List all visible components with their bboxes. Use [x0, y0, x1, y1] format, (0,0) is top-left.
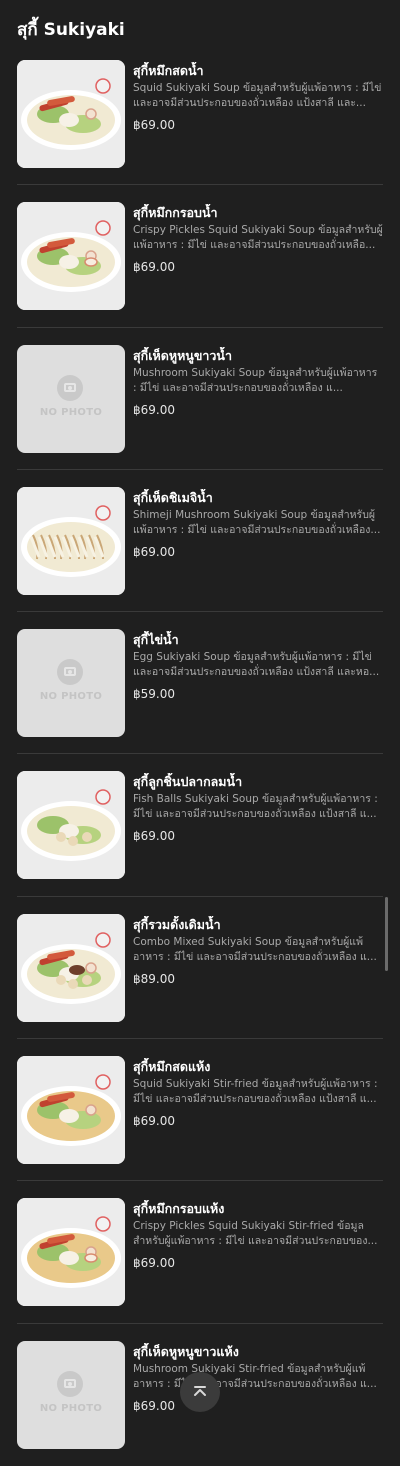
menu-item-name[interactable]: สุกี้เห็ดหูหนูขาวแห้ง — [133, 1343, 383, 1361]
menu-item-price: ฿59.00 — [133, 687, 175, 702]
menu-item-description: Squid Sukiyaki Soup ข้อมูลสำหรับผู้แพ้อา… — [133, 82, 382, 109]
menu-item-name[interactable]: สุกี้ลูกชิ้นปลากลมน้ำ — [133, 773, 383, 791]
no-photo-label: NO PHOTO — [39, 406, 103, 418]
dish-photo — [17, 60, 125, 168]
chevron-up-icon — [194, 1386, 206, 1396]
camera-icon — [57, 1370, 83, 1397]
menu-item-thumbnail[interactable] — [17, 202, 125, 311]
menu-item-price: ฿69.00 — [133, 1256, 175, 1271]
menu-item-description: Fish Balls Sukiyaki Soup ข้อมูลสำหรับผู้… — [133, 793, 378, 821]
menu-item-thumbnail[interactable] — [17, 1198, 125, 1307]
menu-item-thumbnail[interactable] — [17, 60, 125, 168]
menu-item-thumbnail[interactable]: NO PHOTO — [17, 1340, 125, 1449]
menu-item-thumbnail[interactable] — [17, 1056, 125, 1165]
section-title: สุกี้ Sukiyaki — [17, 20, 125, 40]
menu-item-description: Shimeji Mushroom Sukiyaki Soup ข้อมูลสำห… — [133, 508, 381, 536]
menu-item-name[interactable]: สุกี้ไข่น้ำ — [133, 631, 383, 649]
no-photo-label: NO PHOTO — [39, 1402, 103, 1414]
menu-item-name[interactable]: สุกี้หมึกสดแห้ง — [133, 1058, 383, 1076]
menu-item[interactable]: สุกี้หมึกสดแห้ง Squid Sukiyaki Stir-fried… — [17, 1039, 383, 1182]
menu-item-price: ฿69.00 — [133, 1114, 175, 1129]
dish-photo — [17, 1198, 125, 1307]
menu-item-info: สุกี้ลูกชิ้นปลากลมน้ำ Fish Balls Sukiyaki… — [133, 773, 383, 844]
menu-item-info: สุกี้รวมดั้งเดิมน้ำ Combo Mixed Sukiyaki … — [133, 916, 383, 987]
menu-item-price: ฿69.00 — [133, 402, 175, 417]
menu-item-thumbnail[interactable] — [17, 913, 125, 1022]
menu-item-description: Mushroom Sukiyaki Soup ข้อมูลสำหรับผู้แพ… — [133, 366, 378, 394]
menu-item-info: สุกี้หมึกสดแห้ง Squid Sukiyaki Stir-fried… — [133, 1058, 383, 1129]
menu-item-name[interactable]: สุกี้เห็ดชิเมจิน้ำ — [133, 489, 383, 507]
menu-item-price: ฿69.00 — [133, 118, 175, 132]
scrollbar[interactable] — [385, 897, 388, 971]
menu-item-name[interactable]: สุกี้รวมดั้งเดิมน้ำ — [133, 916, 383, 934]
menu-item-info: สุกี้เห็ดหูหนูขาวแห้ง Mushroom Sukiyaki S… — [133, 1343, 383, 1414]
dish-photo — [17, 202, 125, 311]
menu-item[interactable]: สุกี้หมึกกรอบแห้ง Crispy Pickles Squid Su… — [17, 1181, 383, 1324]
menu-item-info: สุกี้เห็ดชิเมจิน้ำ Shimeji Mushroom Sukiy… — [133, 489, 383, 560]
menu-item[interactable]: สุกี้ลูกชิ้นปลากลมน้ำ Fish Balls Sukiyaki… — [17, 754, 383, 897]
menu-item-info: สุกี้หมึกกรอบแห้ง Crispy Pickles Squid Su… — [133, 1200, 383, 1271]
menu-item-info: สุกี้เห็ดหูหนูขาวน้ำ Mushroom Sukiyaki So… — [133, 347, 383, 418]
dish-photo — [17, 1056, 125, 1165]
menu-item-name[interactable]: สุกี้หมึกกรอบแห้ง — [133, 1200, 383, 1218]
menu-item-description: Crispy Pickles Squid Sukiyaki Soup ข้อมู… — [133, 224, 383, 252]
menu-item[interactable]: สุกี้เห็ดชิเมจิน้ำ Shimeji Mushroom Sukiy… — [17, 470, 383, 613]
dish-photo — [17, 486, 125, 595]
menu-item-info: สุกี้ไข่น้ำ Egg Sukiyaki Soup ข้อมูลสำหรั… — [133, 631, 383, 702]
menu-item-thumbnail[interactable] — [17, 771, 125, 880]
menu-item[interactable]: NO PHOTO สุกี้ไข่น้ำ Egg Sukiyaki Soup ข้อ… — [17, 612, 383, 755]
menu-item-description: Squid Sukiyaki Stir-fried ข้อมูลสำหรับผู… — [133, 1078, 378, 1106]
menu-item[interactable]: สุกี้หมึกกรอบน้ำ Crispy Pickles Squid Suk… — [17, 185, 383, 328]
menu-item-price: ฿89.00 — [133, 971, 175, 986]
dish-photo — [17, 913, 125, 1022]
menu-item-description: Egg Sukiyaki Soup ข้อมูลสำหรับผู้แพ้อาหา… — [133, 651, 380, 679]
menu-item-name[interactable]: สุกี้เห็ดหูหนูขาวน้ำ — [133, 347, 383, 365]
menu-item-info: สุกี้หมึกสดน้ำ Squid Sukiyaki Soup ข้อมูล… — [133, 62, 383, 133]
menu-item-name[interactable]: สุกี้หมึกสดน้ำ — [133, 62, 383, 80]
menu-item-price: ฿69.00 — [133, 829, 175, 844]
camera-icon — [57, 374, 83, 401]
menu-item-description: Combo Mixed Sukiyaki Soup ข้อมูลสำหรับผู… — [133, 935, 377, 963]
menu-list: สุกี้หมึกสดน้ำ Squid Sukiyaki Soup ข้อมูล… — [0, 43, 400, 1466]
camera-icon — [57, 659, 83, 686]
scroll-to-top-button[interactable] — [180, 1372, 220, 1412]
menu-item[interactable]: สุกี้หมึกสดน้ำ Squid Sukiyaki Soup ข้อมูล… — [17, 43, 383, 186]
menu-item-thumbnail[interactable]: NO PHOTO — [17, 629, 125, 738]
menu-item[interactable]: สุกี้รวมดั้งเดิมน้ำ Combo Mixed Sukiyaki … — [17, 897, 383, 1040]
menu-item-description: Mushroom Sukiyaki Stir-fried ข้อมูลสำหรั… — [133, 1362, 377, 1390]
menu-item-name[interactable]: สุกี้หมึกกรอบน้ำ — [133, 204, 383, 222]
menu-item-price: ฿69.00 — [133, 544, 175, 559]
menu-item-info: สุกี้หมึกกรอบน้ำ Crispy Pickles Squid Suk… — [133, 204, 383, 275]
no-photo-label: NO PHOTO — [39, 691, 103, 703]
dish-photo — [17, 771, 125, 880]
menu-item-price: ฿69.00 — [133, 260, 175, 275]
menu-item[interactable]: NO PHOTO สุกี้เห็ดหูหนูขาวน้ำ Mushroom Suk… — [17, 328, 383, 470]
menu-item-price: ฿69.00 — [133, 1398, 175, 1413]
menu-item-description: Crispy Pickles Squid Sukiyaki Stir-fried… — [133, 1220, 378, 1248]
menu-item-thumbnail[interactable]: NO PHOTO — [17, 344, 125, 453]
menu-item-thumbnail[interactable] — [17, 486, 125, 595]
